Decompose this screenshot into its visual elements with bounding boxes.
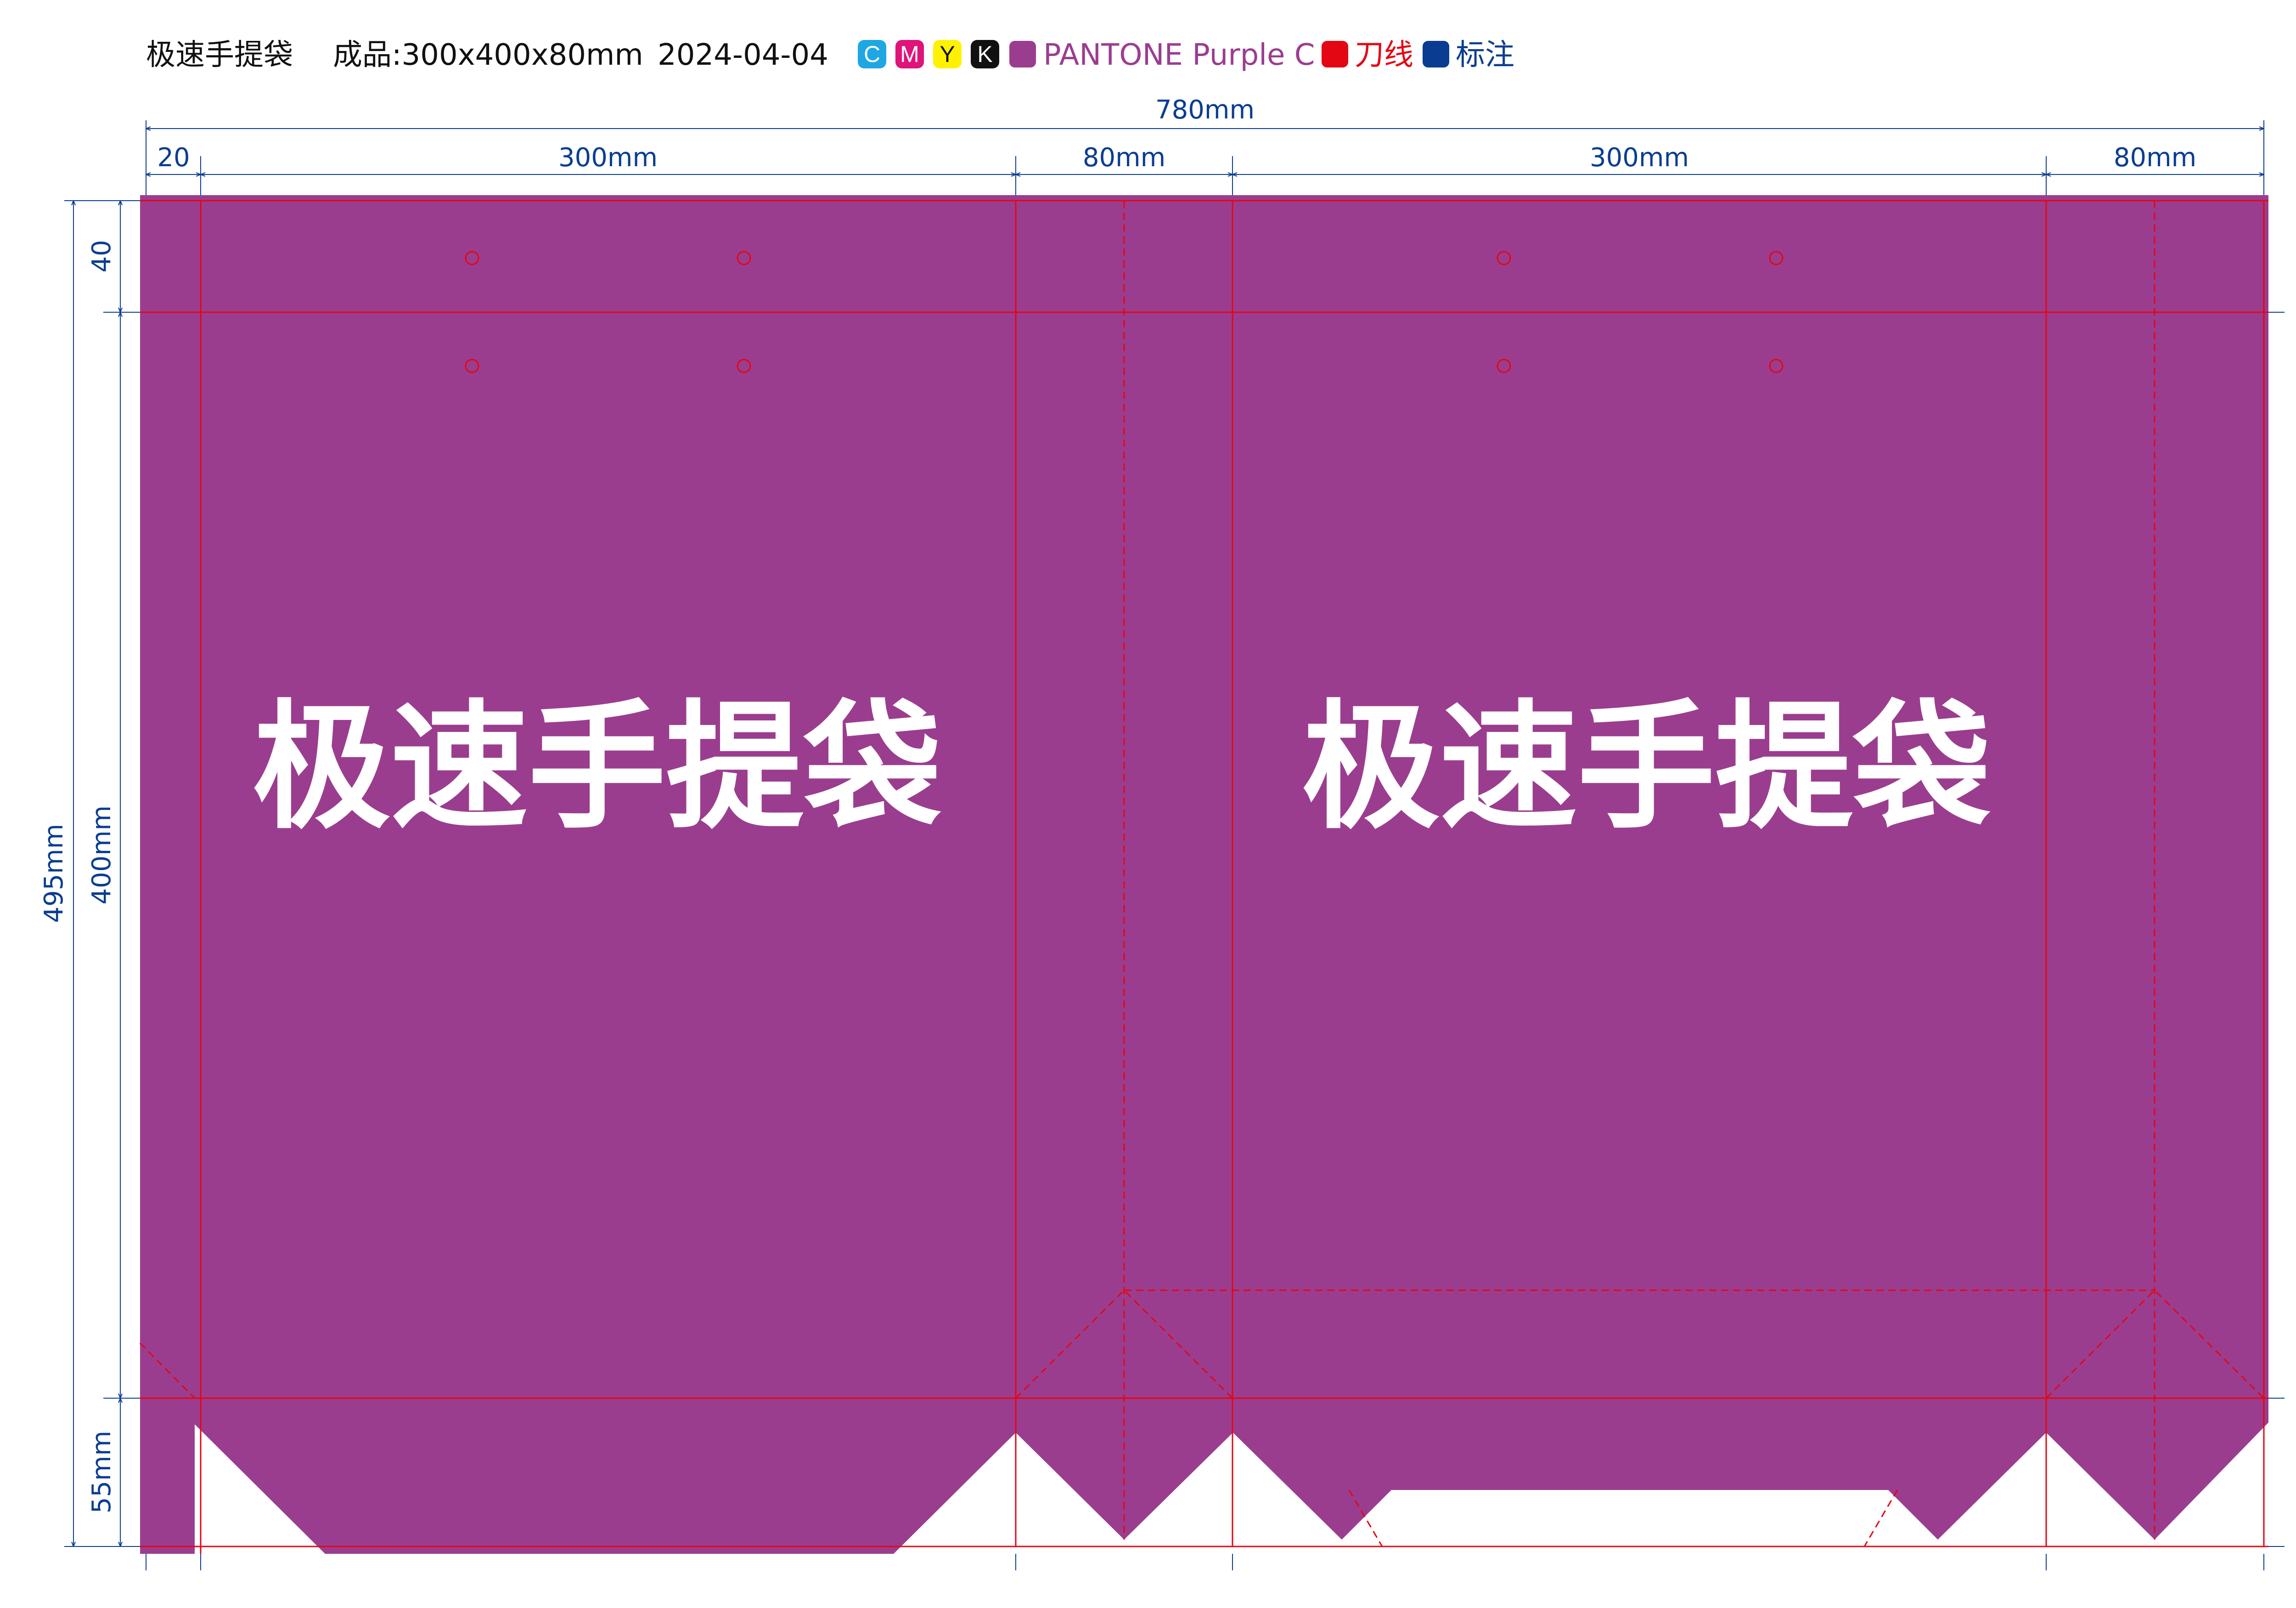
gusset-1-label: 80mm (1083, 143, 1165, 173)
horizontal-dimensions (146, 129, 2264, 174)
bag-body-shape (140, 195, 2268, 1554)
glue-flap-label: 20 (157, 143, 190, 173)
total-width-label: 780mm (1155, 95, 1255, 125)
total-height-label: 495mm (39, 824, 69, 923)
front-panel-title: 极速手提袋 (253, 687, 941, 848)
top-fold-label: 40 (87, 240, 117, 272)
bag-dieline-diagram: 极速手提袋 极速手提袋 780mm 20 300mm 80mm 300mm 80… (39, 95, 2285, 1570)
body-height-label: 400mm (87, 805, 117, 905)
gusset-2-label: 80mm (2114, 143, 2196, 173)
back-panel-title: 极速手提袋 (1302, 687, 1991, 848)
bottom-label: 55mm (87, 1431, 117, 1513)
front-width-label: 300mm (558, 143, 658, 173)
back-width-label: 300mm (1590, 143, 1689, 173)
